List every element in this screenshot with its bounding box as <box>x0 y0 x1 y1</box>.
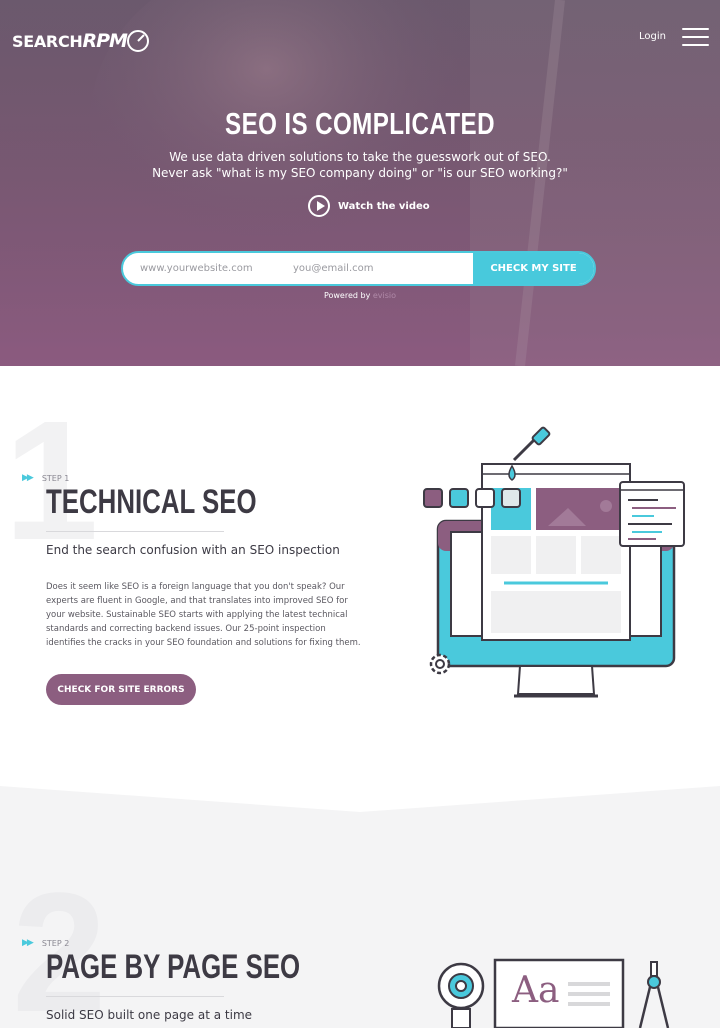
section-title-technical-seo: TECHNICAL SEO <box>46 483 257 521</box>
section-divider-shape <box>0 786 720 812</box>
hero-section: SEARCHRPM Login SEO IS COMPLICATED We us… <box>0 0 720 366</box>
check-my-site-button[interactable]: CHECK MY SITE <box>473 253 594 284</box>
page-seo-illustration: Aa <box>437 958 670 1028</box>
watch-video-label: Watch the video <box>338 200 430 212</box>
logo-text: SEARCHRPM <box>12 30 128 52</box>
powered-by: Powered by evisio <box>323 291 397 300</box>
email-input[interactable] <box>277 253 473 284</box>
section-title-page-by-page-seo: PAGE BY PAGE SEO <box>46 948 301 986</box>
title-divider <box>46 996 224 997</box>
section-body: Does it seem like SEO is a foreign langu… <box>46 582 361 648</box>
section-subtitle: Solid SEO built one page at a time <box>46 1008 253 1022</box>
evisio-link[interactable]: evisio <box>373 291 396 300</box>
step-tag-2: ▶▶ STEP 2 <box>22 938 70 948</box>
svg-text:Aa: Aa <box>511 970 559 1011</box>
website-input[interactable] <box>123 253 277 284</box>
double-arrow-icon: ▶▶ <box>22 938 34 948</box>
speedometer-icon <box>126 30 149 52</box>
section-subtitle: End the search confusion with an SEO ins… <box>46 543 340 557</box>
title-divider <box>46 531 224 532</box>
check-site-errors-button[interactable]: CHECK FOR SITE ERRORS <box>46 674 196 705</box>
hamburger-menu-icon[interactable] <box>682 28 709 46</box>
technical-seo-illustration <box>423 426 685 698</box>
watch-video-button[interactable]: Watch the video <box>308 195 430 217</box>
double-arrow-icon: ▶▶ <box>22 473 34 483</box>
login-link[interactable]: Login <box>639 31 666 42</box>
play-icon <box>308 195 330 217</box>
site-check-form: CHECK MY SITE <box>121 251 596 286</box>
searchrpm-logo[interactable]: SEARCHRPM <box>12 27 151 55</box>
hero-title: SEO IS COMPLICATED <box>225 106 495 141</box>
hero-subtitle: We use data driven solutions to take the… <box>152 150 568 180</box>
step-tag-1: ▶▶ STEP 1 <box>22 473 70 483</box>
